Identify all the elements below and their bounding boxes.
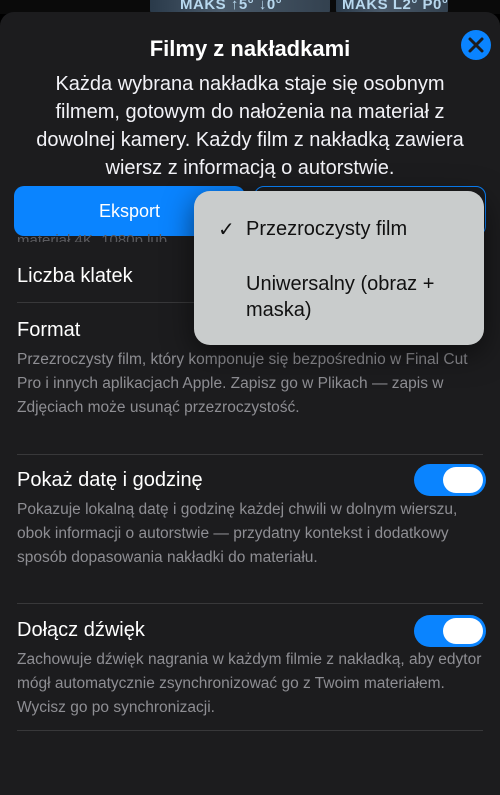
- include-audio-label: Dołącz dźwięk: [17, 619, 145, 641]
- frame-count-label[interactable]: Liczba klatek: [17, 265, 133, 288]
- show-datetime-label: Pokaż datę i godzinę: [17, 469, 203, 491]
- menu-item-transparent-movie[interactable]: Przezroczysty film: [246, 216, 407, 242]
- divider: [17, 603, 483, 604]
- show-datetime-toggle[interactable]: [414, 464, 486, 496]
- close-button[interactable]: [461, 30, 491, 60]
- menu-item-universal[interactable]: Uniwersalny (obraz + maska): [246, 271, 446, 323]
- toggle-knob: [443, 618, 483, 644]
- show-datetime-description: Pokazuje lokalną datę i godzinę każdej c…: [17, 501, 458, 566]
- format-label[interactable]: Format: [17, 319, 80, 342]
- divider: [17, 730, 483, 731]
- include-audio-description: Zachowuje dźwięk nagrania w każdym filmi…: [17, 651, 482, 716]
- divider: [17, 454, 483, 455]
- close-icon: [468, 37, 484, 53]
- toggle-knob: [443, 467, 483, 493]
- overlay-movies-sheet: Filmy z nakładkami Każda wybrana nakładk…: [0, 12, 500, 795]
- sheet-title: Filmy z nakładkami: [149, 36, 351, 61]
- include-audio-toggle[interactable]: [414, 615, 486, 647]
- checkmark-icon: ✓: [218, 219, 235, 241]
- format-description: Przezroczysty film, który komponuje się …: [17, 351, 468, 416]
- export-button-label: Eksport: [98, 200, 161, 221]
- format-popup-menu: ✓ Przezroczysty film Uniwersalny (obraz …: [194, 191, 484, 345]
- sheet-description: Każda wybrana nakładka staje się osobnym…: [36, 73, 464, 179]
